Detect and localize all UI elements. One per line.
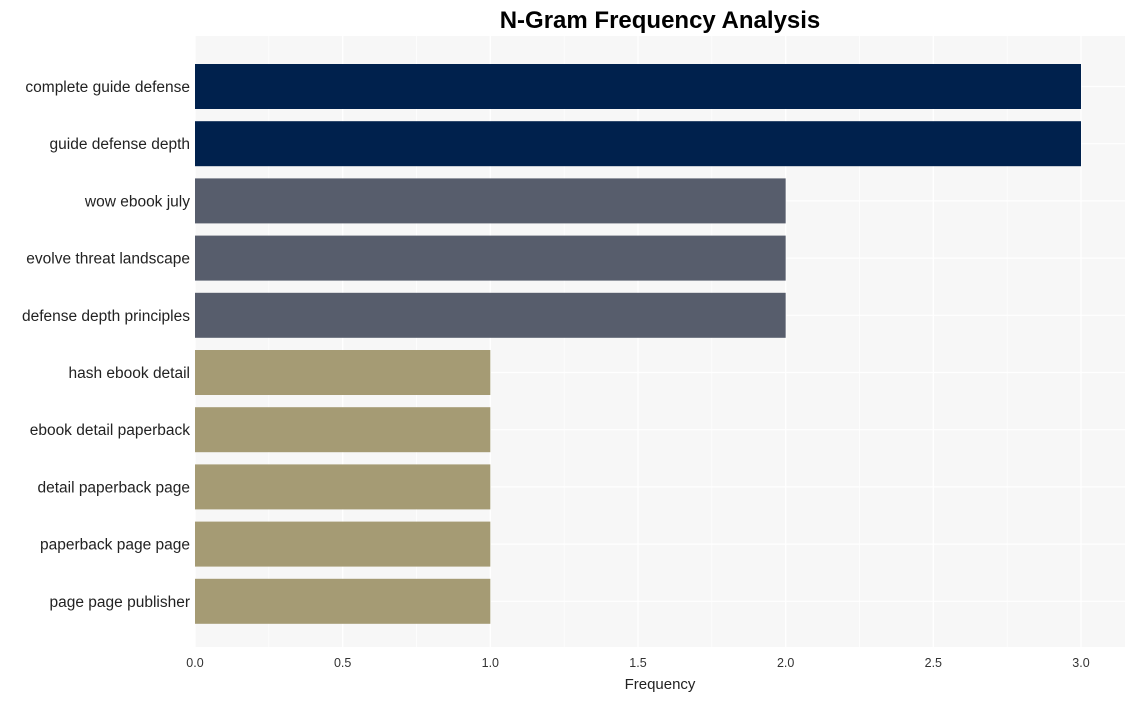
bar	[195, 350, 491, 395]
x-axis-ticks: 0.0 0.5 1.0 1.5 2.0 2.5 3.0	[186, 656, 1089, 670]
y-axis-labels: complete guide defense guide defense dept…	[22, 79, 190, 611]
x-tick-label: 1.5	[629, 656, 646, 670]
y-tick-label: defense depth principles	[22, 308, 190, 325]
ngram-bar-chart: complete guide defense guide defense dept…	[22, 7, 1125, 693]
x-tick-label: 0.0	[186, 656, 203, 670]
x-tick-label: 3.0	[1072, 656, 1089, 670]
bar	[195, 292, 786, 338]
y-tick-label: ebook detail paperback	[30, 422, 191, 439]
x-tick-label: 1.0	[482, 656, 499, 670]
y-tick-label: evolve threat landscape	[26, 251, 190, 268]
chart-title: N-Gram Frequency Analysis	[500, 7, 821, 34]
y-tick-label: complete guide defense	[25, 79, 190, 96]
y-tick-label: wow ebook july	[84, 193, 190, 210]
y-tick-label: detail paperback page	[37, 479, 190, 496]
bar	[195, 121, 1081, 167]
x-tick-label: 2.0	[777, 656, 794, 670]
bar	[195, 178, 786, 224]
bar	[195, 521, 491, 567]
x-tick-label: 2.5	[925, 656, 942, 670]
x-tick-label: 0.5	[334, 656, 351, 670]
bar	[195, 64, 1081, 109]
x-axis-label: Frequency	[625, 676, 696, 693]
y-tick-label: page page publisher	[50, 594, 190, 611]
bar	[195, 464, 491, 510]
y-tick-label: guide defense depth	[50, 136, 190, 153]
y-tick-label: paperback page page	[40, 537, 190, 554]
y-tick-label: hash ebook detail	[68, 365, 190, 382]
bar	[195, 407, 491, 453]
bar	[195, 578, 491, 624]
bar	[195, 235, 786, 281]
